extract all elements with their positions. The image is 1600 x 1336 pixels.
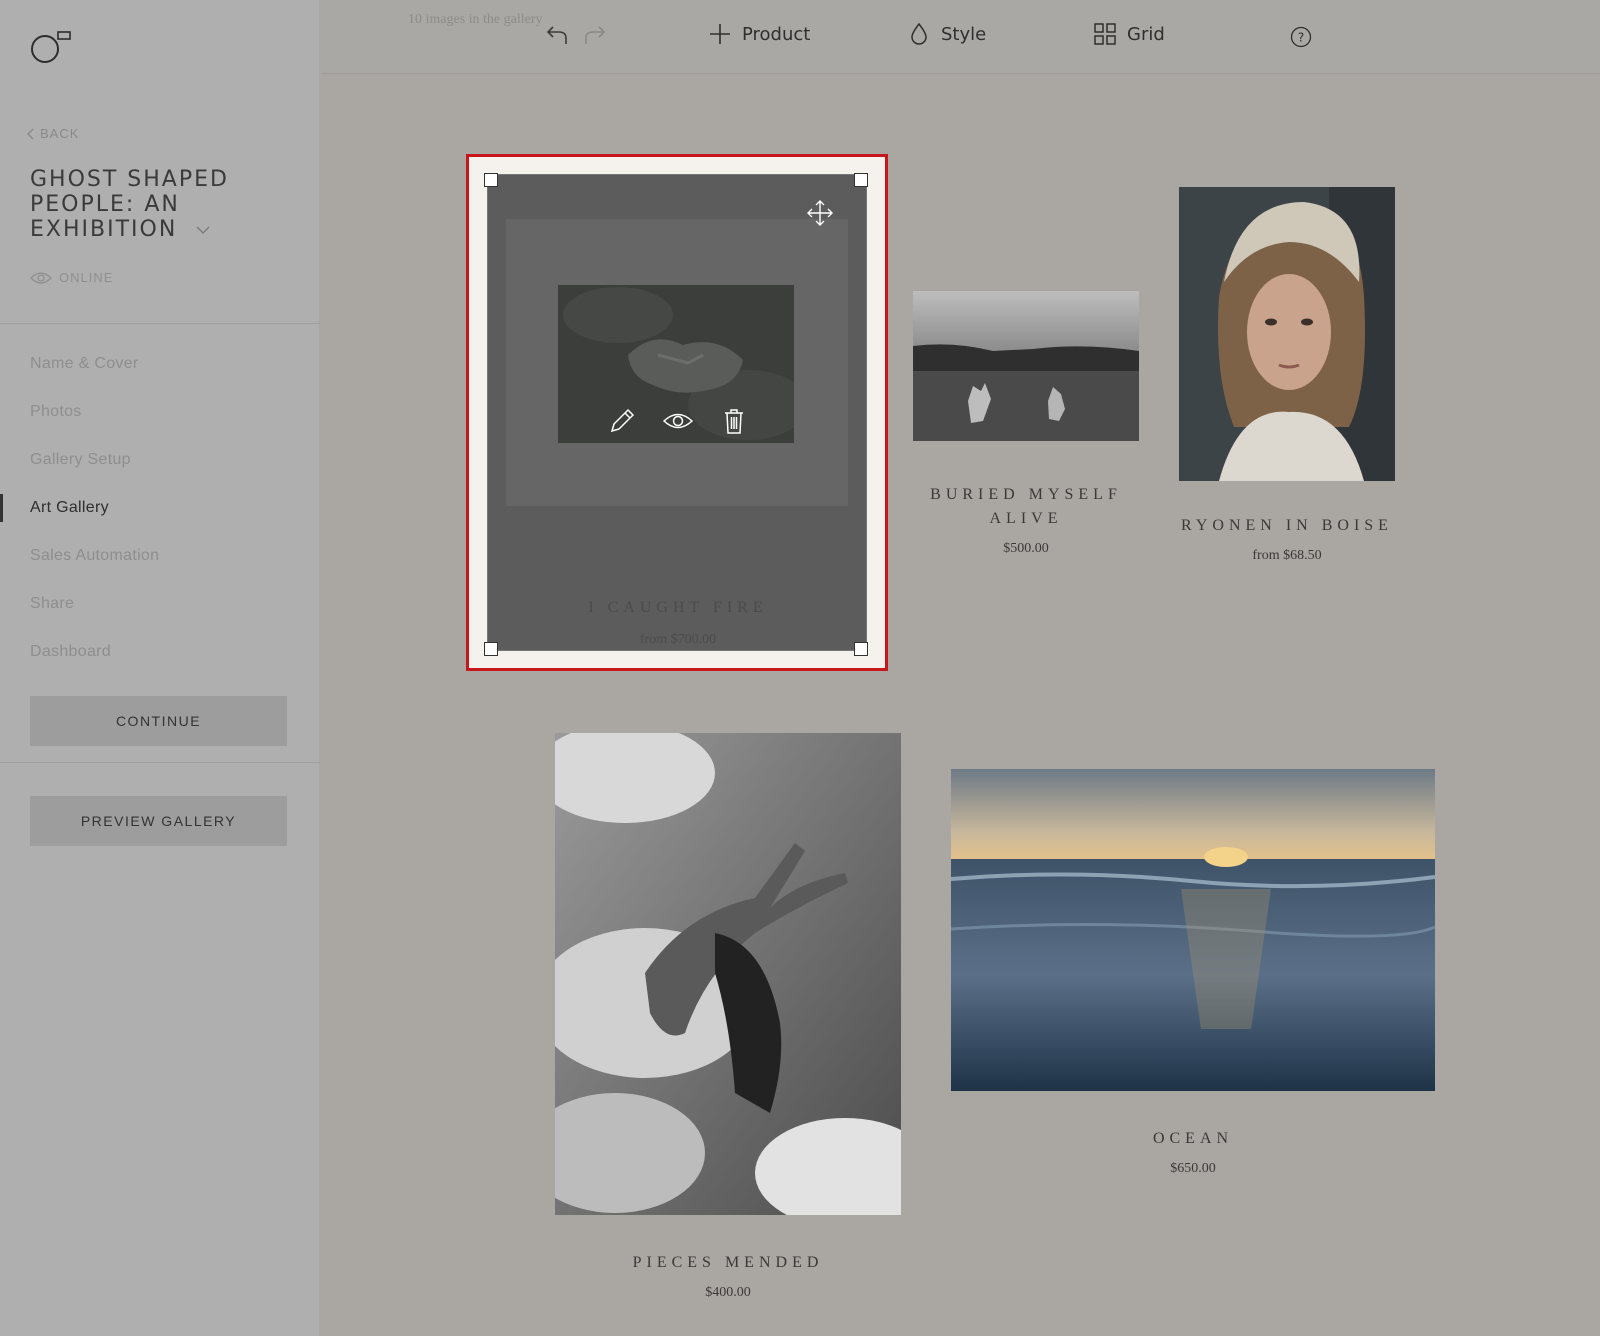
product-card[interactable]: OCEAN $650.00 <box>951 769 1435 1189</box>
continue-button[interactable]: CONTINUE <box>30 696 287 746</box>
product-price: from $700.00 <box>639 632 717 647</box>
chevron-left-icon <box>27 128 34 139</box>
product-caption: BURIED MYSELF ALIVE $500.00 <box>913 483 1139 557</box>
eye-icon <box>30 271 52 284</box>
product-photo <box>555 733 901 1215</box>
product-price: $500.00 <box>1003 541 1049 556</box>
resize-handle-top-left[interactable] <box>484 173 498 187</box>
sidebar-nav: Name & Cover Photos Gallery Setup Art Ga… <box>0 340 320 676</box>
back-link[interactable]: BACK <box>26 126 79 141</box>
droplet-icon <box>911 22 927 45</box>
product-title: I CAUGHT FIRE <box>588 599 768 616</box>
product-card[interactable]: RYONEN IN BOISE from $68.50 <box>1179 187 1395 587</box>
selected-overlay: I CAUGHT FIRE from $700.00 <box>487 174 867 651</box>
product-price: $650.00 <box>1170 1161 1216 1176</box>
product-title: PIECES MENDED <box>632 1254 824 1271</box>
status-badge: ONLINE <box>30 270 113 285</box>
grid-label: Grid <box>1127 23 1165 45</box>
help-icon[interactable]: ? <box>1290 26 1312 48</box>
product-caption: I CAUGHT FIRE from $700.00 <box>488 599 868 648</box>
product-price: from $68.50 <box>1252 548 1322 563</box>
resize-handle-top-right[interactable] <box>854 173 868 187</box>
product-photo <box>951 769 1435 1091</box>
product-caption: OCEAN $650.00 <box>951 1127 1435 1177</box>
product-card[interactable]: BURIED MYSELF ALIVE $500.00 <box>913 291 1139 571</box>
sidebar-item-photos[interactable]: Photos <box>0 388 320 436</box>
grid-button[interactable]: Grid <box>1093 22 1165 46</box>
product-title: RYONEN IN BOISE <box>1181 517 1393 534</box>
product-title: OCEAN <box>1152 1130 1234 1147</box>
product-price: $400.00 <box>705 1285 751 1300</box>
trash-icon[interactable] <box>718 405 750 437</box>
card-actions <box>606 405 750 437</box>
product-photo <box>1179 187 1395 481</box>
move-icon[interactable] <box>806 199 834 227</box>
product-photo <box>913 291 1139 441</box>
sidebar-item-share[interactable]: Share <box>0 580 320 628</box>
grid-icon <box>1094 23 1116 45</box>
product-caption: PIECES MENDED $400.00 <box>555 1251 901 1301</box>
status-label: ONLINE <box>59 270 114 285</box>
product-card-selected[interactable]: I CAUGHT FIRE from $700.00 <box>466 154 888 671</box>
sidebar-item-name-cover[interactable]: Name & Cover <box>0 340 320 388</box>
product-card[interactable]: PIECES MENDED $400.00 <box>555 733 901 1315</box>
plus-icon <box>710 24 730 44</box>
style-label: Style <box>941 23 987 45</box>
style-button[interactable]: Style <box>907 22 986 46</box>
sidebar: BACK GHOST SHAPED PEOPLE: AN EXHIBITION … <box>0 0 320 1336</box>
resize-handle-bottom-left[interactable] <box>484 642 498 656</box>
svg-text:?: ? <box>1298 31 1304 45</box>
chevron-down-icon[interactable] <box>196 225 210 235</box>
preview-gallery-button[interactable]: PREVIEW GALLERY <box>30 796 287 846</box>
sidebar-divider <box>0 323 320 324</box>
add-product-button[interactable]: Product <box>708 22 810 46</box>
resize-handle-bottom-right[interactable] <box>854 642 868 656</box>
toolbar: 10 images in the gallery Product Style G… <box>321 0 1600 74</box>
image-count: 10 images in the gallery <box>408 12 543 27</box>
undo-icon[interactable] <box>545 24 569 46</box>
sidebar-item-sales-automation[interactable]: Sales Automation <box>0 532 320 580</box>
gallery-canvas: I CAUGHT FIRE from $700.00 BURIED MYSELF… <box>321 75 1600 1336</box>
product-caption: RYONEN IN BOISE from $68.50 <box>1179 514 1395 564</box>
back-label: BACK <box>40 126 80 141</box>
sidebar-item-gallery-setup[interactable]: Gallery Setup <box>0 436 320 484</box>
product-title: BURIED MYSELF ALIVE <box>930 486 1122 527</box>
preview-icon[interactable] <box>662 405 694 437</box>
pencil-icon[interactable] <box>606 405 638 437</box>
gallery-title[interactable]: GHOST SHAPED PEOPLE: AN EXHIBITION <box>30 167 290 242</box>
product-label: Product <box>742 23 811 45</box>
redo-icon[interactable] <box>583 24 607 46</box>
logo-icon[interactable] <box>30 30 74 64</box>
sidebar-divider-bottom <box>0 762 320 763</box>
sidebar-item-dashboard[interactable]: Dashboard <box>0 628 320 676</box>
sidebar-item-art-gallery[interactable]: Art Gallery <box>0 484 320 532</box>
